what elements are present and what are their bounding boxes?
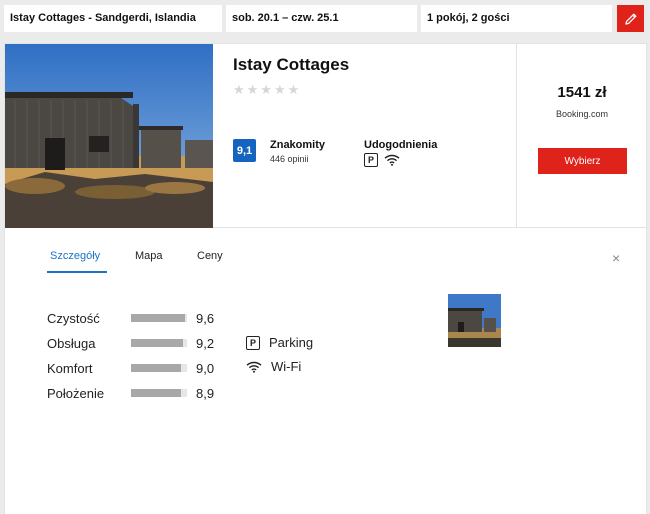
- score-label: Czystość: [47, 310, 100, 326]
- score-bar: [131, 364, 187, 372]
- feature-wifi: Wi-Fi: [246, 359, 301, 374]
- wifi-icon: [384, 154, 400, 166]
- dates-field[interactable]: sob. 20.1 – czw. 25.1: [226, 5, 417, 32]
- edit-search-button[interactable]: [617, 5, 644, 32]
- score-bar: [131, 314, 187, 322]
- pencil-icon: [624, 13, 636, 25]
- hotel-name[interactable]: Istay Cottages: [233, 55, 349, 75]
- tab-prices[interactable]: Ceny: [197, 250, 223, 262]
- score-value: 9,6: [196, 310, 215, 326]
- score-bar: [131, 389, 187, 397]
- rating-score-badge: 9,1: [233, 139, 256, 162]
- close-details-button[interactable]: ×: [612, 250, 620, 266]
- parking-icon: P: [364, 153, 378, 167]
- details-panel: Szczegóły Mapa Ceny × Czystość 9,6 Obsłu…: [4, 228, 647, 514]
- score-value: 8,9: [196, 385, 215, 401]
- tab-map[interactable]: Mapa: [135, 250, 163, 262]
- select-offer-button[interactable]: Wybierz: [538, 148, 627, 174]
- hotel-card: Istay Cottages ★★★★★ 9,1 Znakomity 446 o…: [4, 43, 647, 228]
- guests-field[interactable]: 1 pokój, 2 gości: [421, 5, 612, 32]
- score-row-cleanliness: Czystość 9,6: [47, 309, 214, 327]
- score-row-location: Położenie 8,9: [47, 384, 214, 402]
- feature-parking: P Parking: [246, 335, 313, 350]
- feature-label: Parking: [269, 335, 314, 350]
- feature-label: Wi-Fi: [271, 359, 302, 374]
- score-row-service: Obsługa 9,2: [47, 334, 214, 352]
- score-bar: [131, 339, 187, 347]
- card-divider: [516, 44, 517, 228]
- hotel-thumbnail[interactable]: [448, 294, 501, 347]
- amenities-icons: P: [364, 153, 400, 167]
- parking-icon: P: [246, 335, 260, 350]
- tab-details[interactable]: Szczegóły: [50, 250, 100, 262]
- score-label: Komfort: [47, 360, 93, 376]
- provider-name: Booking.com: [555, 109, 609, 119]
- rating-label: Znakomity: [270, 139, 326, 151]
- score-value: 9,2: [196, 335, 215, 351]
- score-value: 9,0: [196, 360, 215, 376]
- destination-field[interactable]: Istay Cottages - Sandgerdi, Islandia: [4, 5, 222, 32]
- score-label: Obsługa: [47, 335, 96, 351]
- active-tab-indicator: [47, 271, 107, 273]
- amenities-title: Udogodnienia: [364, 139, 438, 151]
- wifi-icon: [246, 361, 262, 373]
- score-label: Położenie: [47, 385, 105, 401]
- price: 1541 zł: [557, 84, 607, 101]
- hotel-photo[interactable]: [5, 44, 213, 228]
- star-rating: ★★★★★: [233, 82, 302, 97]
- review-count[interactable]: 446 opinii: [270, 154, 309, 164]
- score-row-comfort: Komfort 9,0: [47, 359, 214, 377]
